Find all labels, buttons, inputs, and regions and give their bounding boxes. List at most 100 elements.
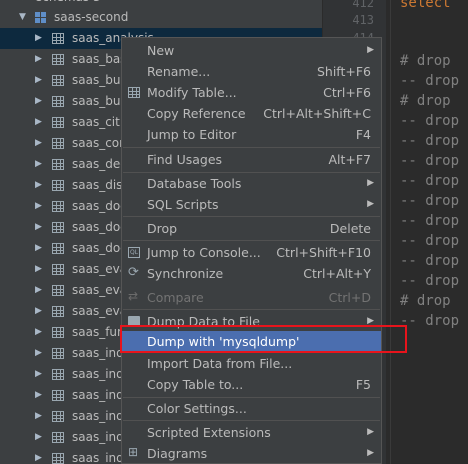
expand-arrow-icon[interactable]: ▶ <box>35 133 42 154</box>
table-label: saas_dis <box>72 178 123 192</box>
table-icon <box>52 390 64 401</box>
expand-arrow-icon[interactable]: ▶ <box>35 91 42 112</box>
menu-item-copy-reference[interactable]: Copy Reference Ctrl+Alt+Shift+C <box>122 103 381 124</box>
menu-separator <box>123 420 380 421</box>
menu-item-shortcut: F4 <box>355 127 371 142</box>
menu-item-compare[interactable]: ⇄ Compare Ctrl+D <box>122 287 381 308</box>
submenu-arrow-icon: ▶ <box>367 448 374 458</box>
table-icon <box>52 264 64 275</box>
console-icon: QL <box>128 247 140 258</box>
expand-arrow-icon[interactable]: ▶ <box>35 259 42 280</box>
table-icon <box>52 411 64 422</box>
menu-item-scripted-extensions[interactable]: Scripted Extensions ▶ <box>122 422 381 443</box>
context-menu: New ▶ Rename... Shift+F6 Modify Table...… <box>121 37 382 464</box>
menu-item-rename[interactable]: Rename... Shift+F6 <box>122 61 381 82</box>
table-label: saas_doc <box>72 241 127 255</box>
menu-item-shortcut: Ctrl+Alt+Y <box>303 266 371 281</box>
menu-item-label: Jump to Console... <box>147 245 261 260</box>
menu-item-label: New <box>147 43 175 58</box>
menu-separator <box>123 147 380 148</box>
table-label: saas_bas <box>72 52 127 66</box>
expand-arrow-icon[interactable]: ▶ <box>35 49 42 70</box>
tree-row-schema[interactable]: ▼ saas-second <box>0 7 322 28</box>
table-label: saas_ind <box>72 388 124 402</box>
code-line: -- drop <box>400 73 460 89</box>
menu-item-label: Synchronize <box>147 266 224 281</box>
expand-arrow-icon[interactable]: ▶ <box>35 301 42 322</box>
menu-separator <box>123 240 380 241</box>
menu-item-sql-scripts[interactable]: SQL Scripts ▶ <box>122 194 381 215</box>
code-line: -- drop <box>400 253 460 269</box>
expand-arrow-icon[interactable]: ▶ <box>35 154 42 175</box>
menu-item-diagrams[interactable]: ⊞ Diagrams ▶ <box>122 443 381 464</box>
sync-icon: ⟳ <box>128 265 139 280</box>
expand-arrow-icon[interactable]: ▶ <box>35 238 42 259</box>
expand-arrow-icon[interactable]: ▶ <box>35 322 42 343</box>
table-icon <box>52 75 64 86</box>
menu-item-jump-to-editor[interactable]: Jump to Editor F4 <box>122 124 381 145</box>
table-icon <box>52 369 64 380</box>
table-label: saas_ind <box>72 430 124 444</box>
code-line: -- drop <box>400 113 460 129</box>
table-icon <box>52 180 64 191</box>
table-label: saas_dec <box>72 157 127 171</box>
table-icon <box>52 306 64 317</box>
table-label: saas_eva <box>72 283 128 297</box>
diagram-icon: ⊞ <box>128 445 139 459</box>
menu-item-new[interactable]: New ▶ <box>122 40 381 61</box>
table-icon <box>52 159 64 170</box>
table-label: saas_fun <box>72 325 125 339</box>
menu-item-shortcut: Ctrl+Shift+F10 <box>276 245 371 260</box>
menu-item-shortcut: Ctrl+Alt+Shift+C <box>263 106 371 121</box>
table-label: saas_con <box>72 136 127 150</box>
collapse-arrow-icon[interactable]: ▼ <box>19 7 26 28</box>
expand-arrow-icon[interactable]: ▶ <box>35 343 42 364</box>
table-icon <box>52 138 64 149</box>
expand-arrow-icon[interactable]: ▶ <box>35 217 42 238</box>
menu-item-database-tools[interactable]: Database Tools ▶ <box>122 173 381 194</box>
table-icon <box>52 33 64 44</box>
indent-guide <box>390 0 391 464</box>
menu-item-label: Color Settings... <box>147 401 247 416</box>
menu-item-import-data[interactable]: Import Data from File... <box>122 353 381 374</box>
menu-item-label: Rename... <box>147 64 211 79</box>
menu-item-label: SQL Scripts <box>147 197 219 212</box>
menu-item-modify-table[interactable]: Modify Table... Ctrl+F6 <box>122 82 381 103</box>
menu-item-drop[interactable]: Drop Delete <box>122 218 381 239</box>
menu-item-shortcut: Alt+F7 <box>328 152 371 167</box>
expand-arrow-icon[interactable]: ▶ <box>35 448 42 464</box>
menu-item-label: Database Tools <box>147 176 242 191</box>
expand-arrow-icon[interactable]: ▶ <box>35 280 42 301</box>
expand-arrow-icon[interactable]: ▶ <box>35 28 42 49</box>
table-label: saas_citi <box>72 115 124 129</box>
menu-separator <box>123 216 380 217</box>
menu-item-jump-to-console[interactable]: QL Jump to Console... Ctrl+Shift+F10 <box>122 242 381 263</box>
expand-arrow-icon[interactable]: ▶ <box>35 364 42 385</box>
menu-item-shortcut: Ctrl+F6 <box>323 85 371 100</box>
table-icon <box>52 432 64 443</box>
submenu-arrow-icon: ▶ <box>367 178 374 188</box>
expand-arrow-icon[interactable]: ▶ <box>35 70 42 91</box>
table-icon <box>52 243 64 254</box>
table-icon <box>52 54 64 65</box>
sql-editor[interactable] <box>386 0 468 464</box>
table-label: saas_bus <box>72 73 127 87</box>
menu-item-find-usages[interactable]: Find Usages Alt+F7 <box>122 149 381 170</box>
expand-arrow-icon[interactable]: ▶ <box>35 112 42 133</box>
highlight-annotation-box <box>120 325 407 353</box>
table-icon <box>52 201 64 212</box>
expand-arrow-icon[interactable]: ▶ <box>35 406 42 427</box>
menu-item-shortcut: Shift+F6 <box>316 64 371 79</box>
table-icon <box>52 222 64 233</box>
menu-item-label: Drop <box>147 221 178 236</box>
menu-item-synchronize[interactable]: ⟳ Synchronize Ctrl+Alt+Y <box>122 263 381 284</box>
expand-arrow-icon[interactable]: ▶ <box>35 427 42 448</box>
menu-item-color-settings[interactable]: Color Settings... <box>122 398 381 419</box>
menu-item-copy-table-to[interactable]: Copy Table to... F5 <box>122 374 381 395</box>
expand-arrow-icon[interactable]: ▶ <box>35 175 42 196</box>
code-line: -- drop <box>400 213 460 229</box>
expand-arrow-icon[interactable]: ▶ <box>35 196 42 217</box>
code-line: -- drop <box>400 233 460 249</box>
code-line: -- drop <box>400 173 460 189</box>
expand-arrow-icon[interactable]: ▶ <box>35 385 42 406</box>
